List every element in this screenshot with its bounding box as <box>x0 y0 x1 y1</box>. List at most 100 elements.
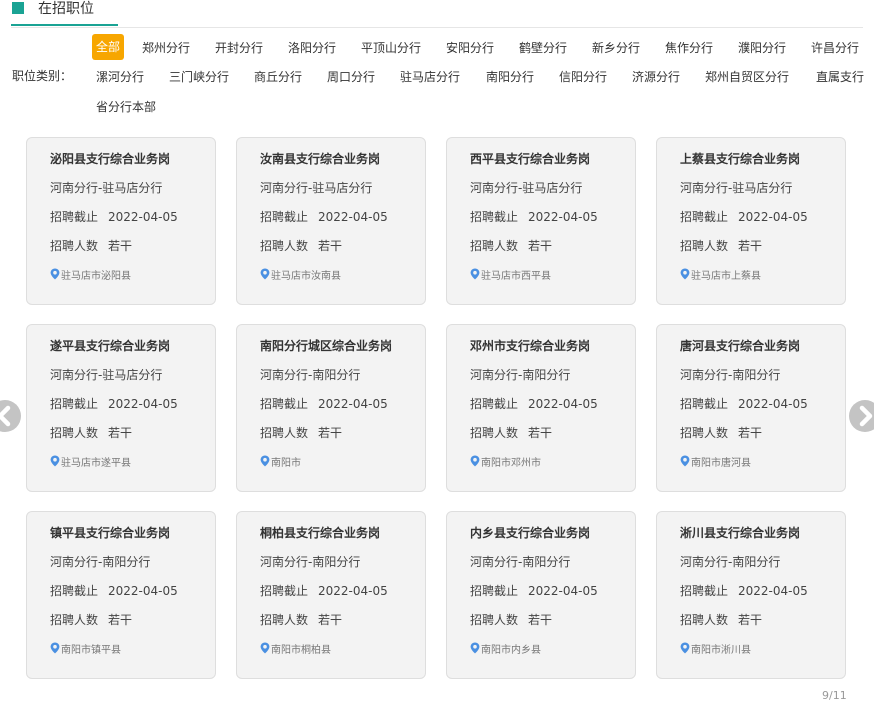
job-branch: 河南分行-驻马店分行 <box>50 181 163 195</box>
next-page-button[interactable] <box>848 399 874 433</box>
headcount-value: 若干 <box>318 426 343 440</box>
job-branch: 河南分行-南阳分行 <box>680 555 781 569</box>
job-location: 南阳市桐柏县 <box>260 642 331 657</box>
job-card[interactable]: 遂平县支行综合业务岗 河南分行-驻马店分行招聘截止 2022-04-05 招聘人数 若干… <box>26 324 216 492</box>
job-title: 遂平县支行综合业务岗 <box>50 339 171 353</box>
filter-chip[interactable]: 郑州分行 <box>142 41 190 55</box>
location-text: 南阳市镇平县 <box>61 645 121 656</box>
job-title: 桐柏县支行综合业务岗 <box>260 526 381 540</box>
location-text: 驻马店市泌阳县 <box>61 271 131 282</box>
headcount-label: 招聘人数 <box>50 426 99 440</box>
filter-chip[interactable]: 济源分行 <box>632 70 680 84</box>
prev-page-button[interactable] <box>0 399 22 433</box>
deadline-value: 2022-04-05 <box>528 210 598 224</box>
location-pin-icon <box>260 642 270 654</box>
deadline-value: 2022-04-05 <box>528 397 598 411</box>
location-text: 南阳市淅川县 <box>691 645 751 656</box>
job-branch: 河南分行-驻马店分行 <box>50 368 163 382</box>
deadline-value: 2022-04-05 <box>108 210 178 224</box>
job-card[interactable]: 汝南县支行综合业务岗 河南分行-驻马店分行 招聘截止 2022-04-05 招聘人数 若干… <box>236 137 426 305</box>
deadline-row: 招聘截止 2022-04-05 <box>50 397 178 411</box>
job-card[interactable]: 上蔡县支行综合业务岗 河南分行-驻马店分行 招聘截止 2022-04-05 招聘人数 若干… <box>656 137 846 305</box>
job-card[interactable]: 桐柏县支行综合业务岗 河南分行-南阳分行 招聘截止 2022-04-05 招聘人数 若干南… <box>236 511 426 679</box>
headcount-row: 招聘人数 若干 <box>260 613 342 627</box>
filter-chip[interactable]: 焦作分行 <box>665 41 713 55</box>
deadline-row: 招聘截止 2022-04-05 <box>260 584 388 598</box>
location-text: 南阳市邓州市 <box>481 458 541 469</box>
job-card[interactable]: 唐河县支行综合业务岗 河南分行-南阳分行 招聘截止 2022-04-05 招聘人数 若干南… <box>656 324 846 492</box>
job-title: 泌阳县支行综合业务岗 <box>50 152 171 166</box>
headcount-row: 招聘人数 若干 <box>680 426 762 440</box>
headcount-value: 若干 <box>738 613 763 627</box>
job-title: 唐河县支行综合业务岗 <box>680 339 801 353</box>
job-location: 南阳市 <box>260 455 301 470</box>
filter-chip[interactable]: 郑州自贸区分行 <box>705 70 789 84</box>
filter-chip[interactable]: 三门峡分行 <box>169 70 229 84</box>
job-branch: 河南分行-驻马店分行 <box>260 181 373 195</box>
headcount-label: 招聘人数 <box>50 239 99 253</box>
deadline-row: 招聘截止 2022-04-05 <box>680 210 808 224</box>
headcount-row: 招聘人数 若干 <box>470 426 552 440</box>
filter-chip[interactable]: 驻马店分行 <box>400 70 460 84</box>
headcount-value: 若干 <box>318 239 343 253</box>
headcount-value: 若干 <box>528 426 553 440</box>
filter-chip[interactable]: 新乡分行 <box>592 41 640 55</box>
arrow-right-icon <box>849 400 874 432</box>
deadline-value: 2022-04-05 <box>318 210 388 224</box>
job-card[interactable]: 镇平县支行综合业务岗 河南分行-南阳分行 招聘截止 2022-04-05 招聘人数 若干南… <box>26 511 216 679</box>
filter-chip[interactable]: 周口分行 <box>327 70 375 84</box>
deadline-row: 招聘截止 2022-04-05 <box>680 397 808 411</box>
deadline-label: 招聘截止 <box>470 210 519 224</box>
job-title: 汝南县支行综合业务岗 <box>260 152 381 166</box>
deadline-label: 招聘截止 <box>260 584 309 598</box>
job-card[interactable]: 淅川县支行综合业务岗 河南分行-南阳分行 招聘截止 2022-04-05 招聘人数 若干南… <box>656 511 846 679</box>
filter-chip[interactable]: 全部 <box>92 34 125 60</box>
job-location: 南阳市邓州市 <box>470 455 541 470</box>
filter-chip[interactable]: 省分行本部 <box>96 100 156 114</box>
deadline-label: 招聘截止 <box>260 397 309 411</box>
job-branch: 河南分行-南阳分行 <box>470 368 571 382</box>
headcount-label: 招聘人数 <box>260 613 309 627</box>
job-branch: 河南分行-驻马店分行 <box>680 181 793 195</box>
deadline-row: 招聘截止 2022-04-05 <box>50 210 178 224</box>
job-card[interactable]: 南阳分行城区综合业务岗 河南分行-南阳分行 招聘截止 2022-04-05 招聘人数 若干… <box>236 324 426 492</box>
headcount-row: 招聘人数 若干 <box>50 613 132 627</box>
filter-chip[interactable]: 南阳分行 <box>486 70 534 84</box>
headcount-value: 若干 <box>108 426 133 440</box>
job-branch: 河南分行-驻马店分行 <box>470 181 583 195</box>
filter-chip[interactable]: 洛阳分行 <box>288 41 336 55</box>
location-pin-icon <box>680 268 690 280</box>
deadline-label: 招聘截止 <box>680 397 729 411</box>
job-card[interactable]: 西平县支行综合业务岗 河南分行-驻马店分行 招聘截止 2022-04-05 招聘人数 若干… <box>446 137 636 305</box>
filter-chip[interactable]: 信阳分行 <box>559 70 607 84</box>
location-pin-icon <box>260 268 270 280</box>
filter-chip[interactable]: 开封分行 <box>215 41 263 55</box>
headcount-label: 招聘人数 <box>260 239 309 253</box>
deadline-label: 招聘截止 <box>50 584 99 598</box>
filter-chip[interactable]: 安阳分行 <box>446 41 494 55</box>
filter-chip[interactable]: 漯河分行 <box>96 70 144 84</box>
job-card[interactable]: 内乡县支行综合业务岗 河南分行-南阳分行 招聘截止 2022-04-05 招聘人数 若干南… <box>446 511 636 679</box>
job-card[interactable]: 邓州市支行综合业务岗 河南分行-南阳分行 招聘截止 2022-04-05 招聘人数 若干南… <box>446 324 636 492</box>
location-pin-icon <box>470 268 480 280</box>
job-card[interactable]: 泌阳县支行综合业务岗 河南分行-驻马店分行 招聘截止 2022-04-05 招聘人数 若干… <box>26 137 216 305</box>
filter-chip[interactable]: 濮阳分行 <box>738 41 786 55</box>
filter-chip[interactable]: 平顶山分行 <box>361 41 421 55</box>
location-pin-icon <box>470 455 480 467</box>
headcount-label: 招聘人数 <box>470 426 519 440</box>
headcount-row: 招聘人数 若干 <box>260 239 342 253</box>
filter-chip[interactable]: 直属支行 <box>816 70 864 84</box>
deadline-value: 2022-04-05 <box>318 584 388 598</box>
filter-chip[interactable]: 鹤壁分行 <box>519 41 567 55</box>
job-location: 南阳市淅川县 <box>680 642 751 657</box>
location-pin-icon <box>50 455 60 467</box>
filter-chip[interactable]: 商丘分行 <box>254 70 302 84</box>
location-text: 驻马店市遂平县 <box>61 458 131 469</box>
headcount-row: 招聘人数 若干 <box>50 426 132 440</box>
location-pin-icon <box>680 455 690 467</box>
deadline-row: 招聘截止 2022-04-05 <box>470 397 598 411</box>
headcount-label: 招聘人数 <box>50 613 99 627</box>
location-text: 南阳市桐柏县 <box>271 645 331 656</box>
filter-chip[interactable]: 许昌分行 <box>811 41 859 55</box>
job-title: 淅川县支行综合业务岗 <box>680 526 801 540</box>
